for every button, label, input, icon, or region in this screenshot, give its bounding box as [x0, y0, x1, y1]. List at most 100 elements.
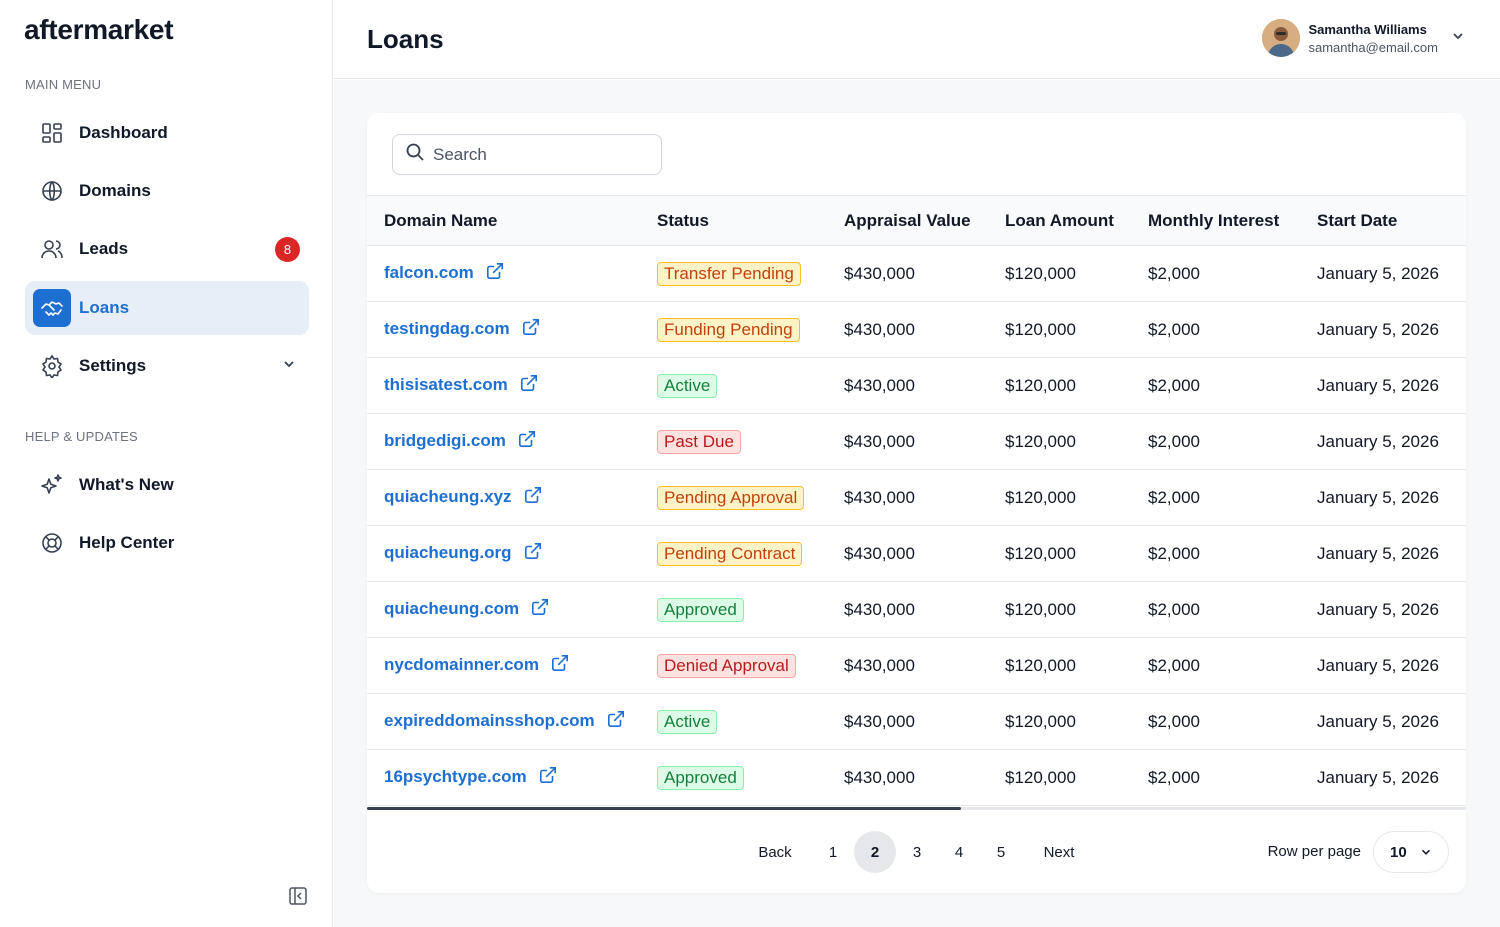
horizontal-scrollbar[interactable] [367, 807, 1466, 810]
column-header-appraisal-value[interactable]: Appraisal Value [827, 196, 988, 246]
app-logo[interactable]: aftermarket [24, 14, 174, 46]
sidebar-item-label: Help Center [79, 533, 175, 552]
sidebar-item-domains[interactable]: Domains [25, 164, 309, 218]
domain-link[interactable]: quiacheung.xyz [384, 487, 512, 506]
appraisal-value-cell: $430,000 [844, 711, 915, 731]
domain-link[interactable]: bridgedigi.com [384, 431, 506, 450]
appraisal-value-cell: $430,000 [844, 319, 915, 339]
domain-cell: bridgedigi.com [367, 414, 640, 470]
column-header-loan-amount[interactable]: Loan Amount [988, 196, 1131, 246]
domain-link[interactable]: nycdomainner.com [384, 655, 539, 674]
status-cell: Funding Pending [640, 302, 827, 358]
sidebar-item-leads[interactable]: Leads 8 [25, 222, 309, 276]
appraisal-value-cell: $430,000 [844, 543, 915, 563]
search-icon [405, 142, 425, 167]
user-menu[interactable]: Samantha Williams samantha@email.com [1262, 19, 1466, 57]
table-row[interactable]: quiacheung.org Pending Contract $430,000 $1… [367, 526, 1466, 582]
domain-cell: quiacheung.com [367, 582, 640, 638]
external-link-icon[interactable] [531, 598, 549, 621]
status-badge: Transfer Pending [657, 261, 801, 286]
column-header-monthly-interest[interactable]: Monthly Interest [1131, 196, 1300, 246]
domain-link[interactable]: 16psychtype.com [384, 767, 527, 786]
page-2-button[interactable]: 2 [854, 831, 896, 873]
start-date-cell: January 5, 2026 [1317, 375, 1439, 395]
table-row[interactable]: quiacheung.com Approved $430,000 $120,000 $2… [367, 582, 1466, 638]
table-row[interactable]: expireddomainsshop.com Active $430,000 $120… [367, 694, 1466, 750]
start-date-cell: January 5, 2026 [1317, 319, 1439, 339]
start-date-cell: January 5, 2026 [1317, 711, 1439, 731]
sidebar-item-loans[interactable]: Loans [25, 281, 309, 335]
domain-link[interactable]: expireddomainsshop.com [384, 711, 595, 730]
external-link-icon[interactable] [518, 430, 536, 453]
table-row[interactable]: bridgedigi.com Past Due $430,000 $120,000 $2… [367, 414, 1466, 470]
domain-cell: thisisatest.com [367, 358, 640, 414]
start-date-cell: January 5, 2026 [1317, 599, 1439, 619]
rows-per-page-value: 10 [1390, 843, 1407, 861]
sidebar-item-whats-new[interactable]: What's New [25, 458, 309, 512]
pagination: Back 1 2 3 4 5 Next Row per page 10 [367, 831, 1466, 873]
loan-amount-cell: $120,000 [1005, 487, 1076, 507]
loan-amount-cell: $120,000 [1005, 655, 1076, 675]
page-3-button[interactable]: 3 [896, 831, 938, 873]
user-email: samantha@email.com [1308, 39, 1438, 55]
back-button[interactable]: Back [743, 831, 807, 873]
next-button[interactable]: Next [1027, 831, 1091, 873]
main-menu-label: MAIN MENU [25, 77, 102, 92]
loan-amount-cell: $120,000 [1005, 431, 1076, 451]
status-badge: Approved [657, 597, 744, 622]
appraisal-value-cell: $430,000 [844, 375, 915, 395]
sidebar-item-settings[interactable]: Settings [25, 339, 309, 393]
page-1-button[interactable]: 1 [812, 831, 854, 873]
table-header-row: Domain Name Status Appraisal Value Loan … [367, 195, 1466, 246]
sidebar-item-help-center[interactable]: Help Center [25, 516, 309, 570]
table-row[interactable]: 16psychtype.com Approved $430,000 $120,000 $… [367, 750, 1466, 806]
search-box[interactable] [392, 134, 662, 175]
start-date-cell: January 5, 2026 [1317, 543, 1439, 563]
page-title: Loans [367, 24, 444, 54]
column-header-domain-name[interactable]: Domain Name [367, 196, 640, 246]
domain-link[interactable]: quiacheung.com [384, 599, 519, 618]
table-row[interactable]: thisisatest.com Active $430,000 $120,000 $2,… [367, 358, 1466, 414]
sidebar-item-dashboard[interactable]: Dashboard [25, 106, 309, 160]
domain-link[interactable]: quiacheung.org [384, 543, 512, 562]
column-header-start-date[interactable]: Start Date [1300, 196, 1466, 246]
domain-link[interactable]: falcon.com [384, 263, 474, 282]
external-link-icon[interactable] [486, 262, 504, 285]
external-link-icon[interactable] [607, 710, 625, 733]
loan-amount-cell: $120,000 [1005, 263, 1076, 283]
external-link-icon[interactable] [524, 542, 542, 565]
chevron-down-icon[interactable] [281, 356, 297, 377]
external-link-icon[interactable] [539, 766, 557, 789]
page-5-button[interactable]: 5 [980, 831, 1022, 873]
collapse-sidebar-icon[interactable] [288, 886, 308, 906]
external-link-icon[interactable] [522, 318, 540, 341]
status-badge: Pending Approval [657, 485, 805, 510]
globe-icon [39, 178, 65, 204]
rows-per-page-select[interactable]: 10 [1373, 831, 1449, 873]
loan-amount-cell: $120,000 [1005, 599, 1076, 619]
start-date-cell: January 5, 2026 [1317, 263, 1439, 283]
domain-cell: falcon.com [367, 246, 640, 302]
domain-link[interactable]: thisisatest.com [384, 375, 508, 394]
chevron-down-icon[interactable] [1450, 28, 1466, 49]
monthly-interest-cell: $2,000 [1148, 543, 1200, 563]
table-row[interactable]: quiacheung.xyz Pending Approval $430,000 $1… [367, 470, 1466, 526]
column-header-status[interactable]: Status [640, 196, 827, 246]
domain-link[interactable]: testingdag.com [384, 319, 510, 338]
scrollbar-thumb[interactable] [367, 807, 961, 810]
page-4-button[interactable]: 4 [938, 831, 980, 873]
help-updates-label: HELP & UPDATES [25, 429, 138, 444]
external-link-icon[interactable] [520, 374, 538, 397]
sidebar-item-label: Settings [79, 356, 147, 375]
table-row[interactable]: nycdomainner.com Denied Approval $430,000 $… [367, 638, 1466, 694]
external-link-icon[interactable] [551, 654, 569, 677]
status-cell: Transfer Pending [640, 246, 827, 302]
users-icon [39, 236, 65, 262]
external-link-icon[interactable] [524, 486, 542, 509]
sparkles-icon [39, 472, 65, 498]
table-row[interactable]: falcon.com Transfer Pending $430,000 $120,0… [367, 246, 1466, 302]
table-row[interactable]: testingdag.com Funding Pending $430,000 $12… [367, 302, 1466, 358]
search-input[interactable] [433, 144, 643, 165]
avatar[interactable] [1262, 19, 1301, 57]
monthly-interest-cell: $2,000 [1148, 655, 1200, 675]
